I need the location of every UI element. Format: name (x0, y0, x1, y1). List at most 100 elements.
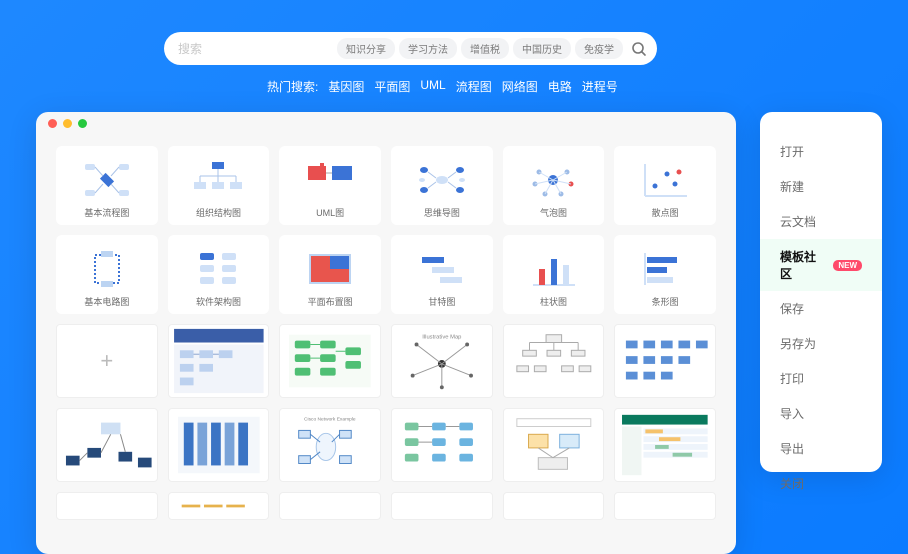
search-tag[interactable]: 学习方法 (399, 38, 457, 59)
hot-link[interactable]: UML (420, 78, 445, 95)
orgchart-icon (168, 156, 270, 204)
search-tag[interactable]: 免疫学 (575, 38, 623, 59)
category-label: 软件架构图 (168, 295, 270, 308)
menu-item[interactable]: 新建 (760, 169, 882, 204)
category-barchart[interactable]: 柱状图 (503, 235, 605, 314)
titlebar (36, 112, 736, 134)
menu-item-label: 保存 (780, 300, 804, 317)
uml-icon (279, 156, 381, 204)
svg-text:Cisco Network Example: Cisco Network Example (304, 417, 356, 423)
category-mindmap[interactable]: 思维导图 (391, 146, 493, 225)
template-card[interactable] (503, 492, 605, 520)
minimize-dot[interactable] (63, 119, 72, 128)
category-label: 条形图 (614, 295, 716, 308)
category-orgchart[interactable]: 组织结构图 (168, 146, 270, 225)
menu-item[interactable]: 保存 (760, 291, 882, 326)
template-card[interactable] (168, 408, 270, 482)
template-card[interactable] (391, 408, 493, 482)
category-flowchart[interactable]: 基本流程图 (56, 146, 158, 225)
template-card[interactable] (391, 492, 493, 520)
hbarchart-icon (614, 245, 716, 293)
category-floorplan[interactable]: 平面布置图 (279, 235, 381, 314)
category-label: 思维导图 (391, 206, 493, 219)
category-hbarchart[interactable]: 条形图 (614, 235, 716, 314)
hot-label: 热门搜索: (267, 78, 318, 95)
category-label: 平面布置图 (279, 295, 381, 308)
category-architecture[interactable]: 软件架构图 (168, 235, 270, 314)
template-card[interactable] (168, 324, 270, 398)
category-scatter[interactable]: 散点图 (614, 146, 716, 225)
template-card[interactable] (614, 408, 716, 482)
search-bar: 知识分享 学习方法 增值税 中国历史 免疫学 (164, 32, 657, 65)
menu-item[interactable]: 关闭 (760, 466, 882, 501)
new-badge: NEW (833, 260, 862, 271)
category-circuit[interactable]: 基本电路图 (56, 235, 158, 314)
file-menu: 打开新建云文档模板社区NEW保存另存为打印导入导出关闭 (760, 112, 882, 472)
zoom-dot[interactable] (78, 119, 87, 128)
menu-item-label: 模板社区 (780, 248, 827, 282)
category-label: 散点图 (614, 206, 716, 219)
template-card[interactable] (503, 324, 605, 398)
close-dot[interactable] (48, 119, 57, 128)
menu-item[interactable]: 打开 (760, 134, 882, 169)
mindmap-icon (391, 156, 493, 204)
template-grid: + Illustrative Map Cisco Network Example (36, 314, 736, 520)
template-card[interactable] (503, 408, 605, 482)
category-label: 甘特图 (391, 295, 493, 308)
template-card[interactable]: Illustrative Map (391, 324, 493, 398)
menu-item-label: 关闭 (780, 475, 804, 492)
template-card[interactable]: Cisco Network Example (279, 408, 381, 482)
category-label: UML图 (279, 206, 381, 219)
svg-text:Illustrative Map: Illustrative Map (422, 335, 461, 341)
hot-link[interactable]: 基因图 (328, 78, 364, 95)
category-uml[interactable]: UML图 (279, 146, 381, 225)
architecture-icon (168, 245, 270, 293)
template-card[interactable] (614, 492, 716, 520)
barchart-icon (503, 245, 605, 293)
flowchart-icon (56, 156, 158, 204)
menu-item-label: 新建 (780, 178, 804, 195)
floorplan-icon (279, 245, 381, 293)
menu-item[interactable]: 导入 (760, 396, 882, 431)
search-button[interactable] (627, 37, 651, 61)
hot-link[interactable]: 进程号 (582, 78, 618, 95)
menu-item-label: 另存为 (780, 335, 816, 352)
menu-item-label: 打开 (780, 143, 804, 160)
menu-item-label: 导出 (780, 440, 804, 457)
hot-link[interactable]: 流程图 (456, 78, 492, 95)
search-input[interactable] (178, 42, 333, 56)
menu-item[interactable]: 另存为 (760, 326, 882, 361)
template-gallery-window: 基本流程图组织结构图 UML图思维导图气泡图散点图基本电路图软件架构图平面布置图甘… (36, 112, 736, 554)
search-icon (631, 41, 647, 57)
template-card[interactable] (614, 324, 716, 398)
search-tag[interactable]: 增值税 (461, 38, 509, 59)
menu-item-label: 打印 (780, 370, 804, 387)
template-card[interactable] (168, 492, 270, 520)
template-card[interactable] (279, 492, 381, 520)
template-add[interactable]: + (56, 324, 158, 398)
category-grid: 基本流程图组织结构图 UML图思维导图气泡图散点图基本电路图软件架构图平面布置图甘… (36, 134, 736, 314)
menu-item[interactable]: 打印 (760, 361, 882, 396)
category-label: 基本流程图 (56, 206, 158, 219)
category-label: 组织结构图 (168, 206, 270, 219)
hot-link[interactable]: 平面图 (374, 78, 410, 95)
template-card[interactable] (279, 324, 381, 398)
menu-item-label: 导入 (780, 405, 804, 422)
scatter-icon (614, 156, 716, 204)
category-bubble[interactable]: 气泡图 (503, 146, 605, 225)
template-card[interactable] (56, 408, 158, 482)
menu-item-label: 云文档 (780, 213, 816, 230)
menu-item[interactable]: 导出 (760, 431, 882, 466)
hot-link[interactable]: 电路 (548, 78, 572, 95)
hot-searches: 热门搜索: 基因图 平面图 UML 流程图 网络图 电路 进程号 (267, 78, 618, 95)
search-tag[interactable]: 中国历史 (513, 38, 571, 59)
template-card[interactable] (56, 492, 158, 520)
category-gantt[interactable]: 甘特图 (391, 235, 493, 314)
menu-item[interactable]: 云文档 (760, 204, 882, 239)
search-tag[interactable]: 知识分享 (337, 38, 395, 59)
gantt-icon (391, 245, 493, 293)
menu-item[interactable]: 模板社区 NEW (760, 239, 882, 291)
bubble-icon (503, 156, 605, 204)
hot-link[interactable]: 网络图 (502, 78, 538, 95)
category-label: 基本电路图 (56, 295, 158, 308)
